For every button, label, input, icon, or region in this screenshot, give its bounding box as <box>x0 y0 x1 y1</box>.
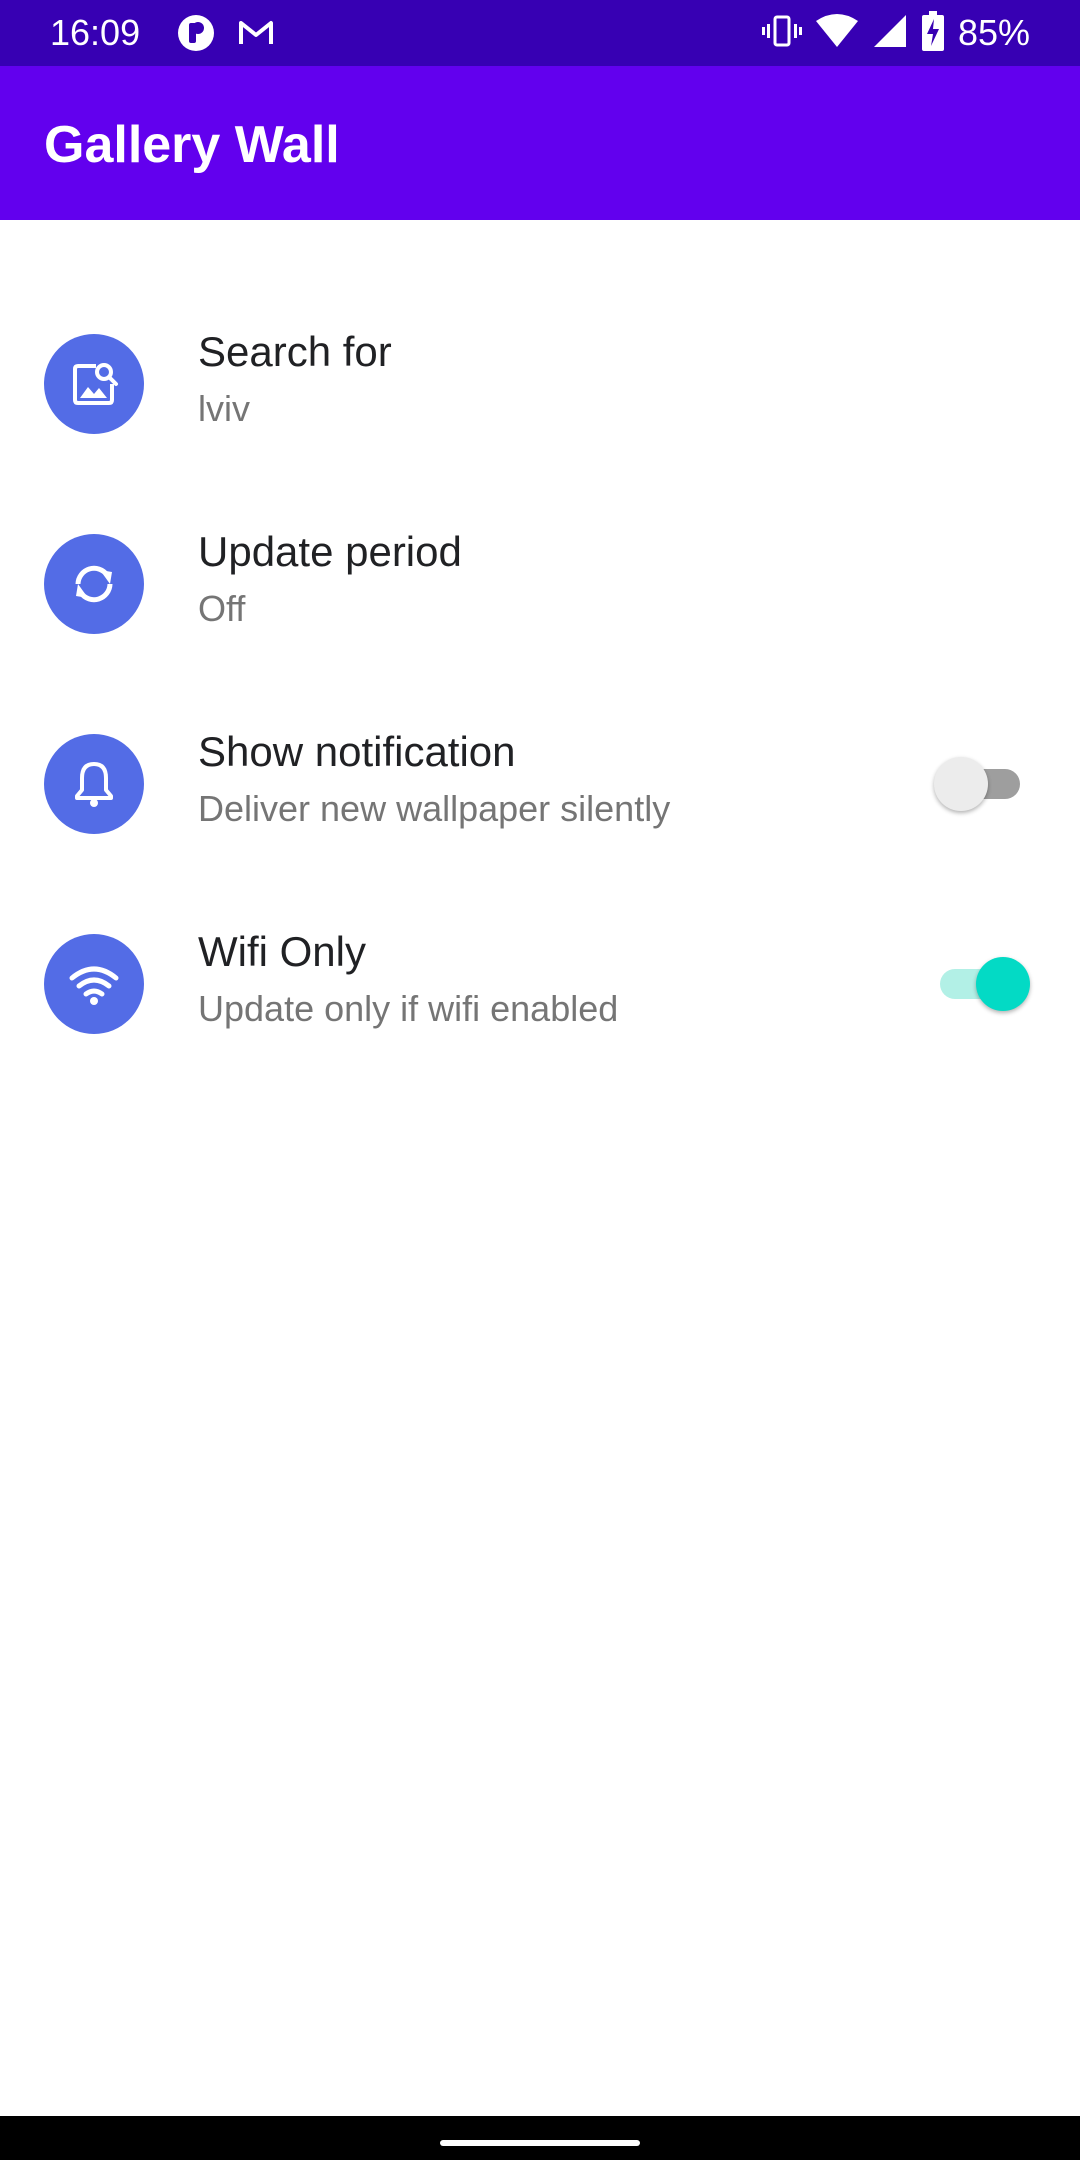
wifi-signal-icon <box>815 13 858 54</box>
wifi-only-toggle[interactable] <box>934 957 1030 1011</box>
sync-icon <box>44 534 144 634</box>
switch-thumb <box>976 957 1030 1011</box>
setting-summary: Off <box>198 588 246 629</box>
notification-toggle[interactable] <box>934 757 1024 811</box>
setting-summary: Deliver new wallpaper silently <box>198 788 671 829</box>
setting-title: Update period <box>198 528 462 575</box>
setting-title: Search for <box>198 328 392 375</box>
home-gesture-handle[interactable] <box>440 2140 640 2146</box>
setting-show-notification[interactable]: Show notification Deliver new wallpaper … <box>0 684 1080 884</box>
battery-percent: 85% <box>957 12 1030 53</box>
status-right-group: 85% <box>761 0 1030 66</box>
app-bar: Gallery Wall <box>0 66 1080 220</box>
wifi-icon <box>44 934 144 1034</box>
setting-title: Show notification <box>198 728 516 775</box>
gmail-icon <box>236 13 276 53</box>
cell-signal-icon <box>872 13 908 54</box>
app-notification-icon <box>176 13 216 53</box>
navigation-bar <box>0 2116 1080 2160</box>
page-title: Gallery Wall <box>44 116 340 174</box>
image-search-icon <box>44 334 144 434</box>
bell-icon <box>44 734 144 834</box>
vibrate-icon <box>761 11 802 56</box>
status-bar: 16:09 85% <box>0 0 1080 66</box>
battery-charging-icon <box>921 10 944 56</box>
setting-search-for[interactable]: Search for lviv <box>0 284 1080 484</box>
status-time: 16:09 <box>50 12 141 53</box>
setting-title: Wifi Only <box>198 928 366 975</box>
setting-summary: lviv <box>198 388 250 429</box>
setting-summary: Update only if wifi enabled <box>198 988 619 1029</box>
switch-thumb <box>934 757 988 811</box>
setting-wifi-only[interactable]: Wifi Only Update only if wifi enabled <box>0 884 1080 1084</box>
setting-update-period[interactable]: Update period Off <box>0 484 1080 684</box>
